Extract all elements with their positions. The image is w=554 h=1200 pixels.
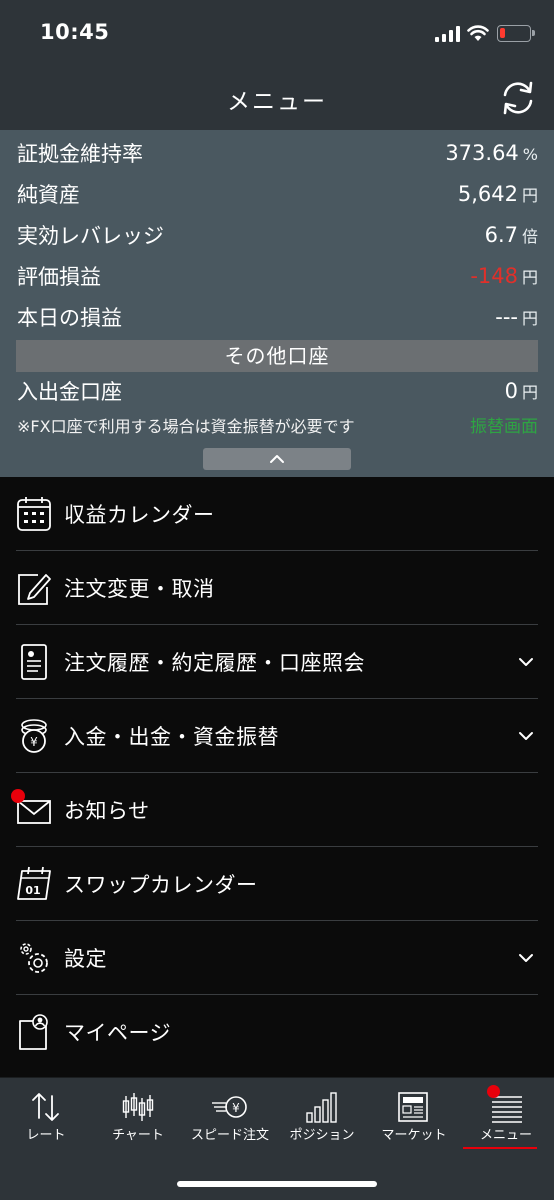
deposit-account-row: 入出金口座 0円 bbox=[17, 373, 538, 409]
account-summary-panel: 証拠金維持率 373.64% 純資産 5,642 円 実効レバレッジ 6.7 倍 評… bbox=[0, 130, 554, 477]
tab-market[interactable]: マーケット bbox=[368, 1078, 460, 1150]
position-bars-icon bbox=[306, 1092, 337, 1123]
tab-label: チャート bbox=[112, 1128, 164, 1143]
row-unit: 倍 bbox=[521, 227, 538, 246]
status-bar: 10:45 bbox=[0, 0, 554, 68]
margin-ratio-row: 証拠金維持率 373.64% bbox=[17, 135, 538, 171]
menu-item-label: 設定 bbox=[64, 947, 107, 971]
coins-yen-icon: ¥ bbox=[21, 719, 47, 753]
menu-item-notices[interactable]: お知らせ bbox=[0, 773, 554, 847]
row-unit: % bbox=[522, 145, 538, 164]
chevron-down-icon bbox=[519, 658, 533, 666]
menu-item-label: マイページ bbox=[64, 1021, 172, 1045]
tab-speed-order[interactable]: ¥ スピード注文 bbox=[184, 1078, 276, 1150]
row-unit: 円 bbox=[521, 268, 538, 287]
document-icon bbox=[21, 644, 47, 680]
menu-item-order-history[interactable]: 注文履歴・約定履歴・口座照会 bbox=[0, 625, 554, 699]
market-news-icon bbox=[398, 1092, 428, 1122]
row-label: 純資産 bbox=[17, 183, 80, 207]
row-value: 373.64 bbox=[445, 141, 519, 165]
today-pl-row: 本日の損益 --- 円 bbox=[17, 299, 538, 335]
menu-item-label: 注文変更・取消 bbox=[64, 577, 215, 601]
tab-position[interactable]: ポジション bbox=[276, 1078, 368, 1150]
status-time: 10:45 bbox=[40, 20, 110, 44]
transfer-note: ※FX口座で利用する場合は資金振替が必要です 振替画面 bbox=[17, 412, 538, 438]
row-label: 証拠金維持率 bbox=[17, 142, 143, 166]
calendar-icon bbox=[17, 497, 51, 531]
row-label: 実効レバレッジ bbox=[17, 224, 164, 248]
menu-item-profit-calendar[interactable]: 収益カレンダー bbox=[0, 477, 554, 551]
tab-label: メニュー bbox=[479, 1128, 532, 1143]
chevron-up-icon bbox=[270, 455, 284, 463]
tab-label: スピード注文 bbox=[190, 1128, 269, 1143]
menu-list: 収益カレンダー 注文変更・取消 注文履歴・約定履歴・口座照会 ¥ 入金・出金・資… bbox=[0, 477, 554, 1069]
tab-label: レート bbox=[26, 1128, 66, 1143]
rate-arrows-icon bbox=[32, 1093, 59, 1121]
battery-level bbox=[500, 28, 505, 38]
notification-dot bbox=[11, 789, 25, 803]
row-value: 5,642 bbox=[457, 182, 518, 206]
swap-calendar-icon: 01 bbox=[17, 866, 51, 900]
svg-text:¥: ¥ bbox=[232, 1101, 240, 1115]
gear-icon bbox=[20, 943, 48, 973]
transfer-note-text: ※FX口座で利用する場合は資金振替が必要です bbox=[17, 416, 355, 436]
menu-item-deposit-withdraw[interactable]: ¥ 入金・出金・資金振替 bbox=[0, 699, 554, 773]
row-value: 6.7 bbox=[484, 223, 518, 247]
svg-text:01: 01 bbox=[25, 884, 40, 897]
svg-text:¥: ¥ bbox=[30, 735, 38, 749]
candlestick-icon bbox=[122, 1093, 154, 1121]
chevron-down-icon bbox=[519, 732, 533, 740]
tab-label: ポジション bbox=[289, 1128, 355, 1143]
row-value: -148 bbox=[470, 264, 518, 288]
row-unit: 円 bbox=[521, 186, 538, 205]
tab-chart[interactable]: チャート bbox=[92, 1078, 184, 1150]
active-tab-indicator bbox=[463, 1147, 537, 1149]
menu-item-label: スワップカレンダー bbox=[64, 873, 258, 897]
chevron-down-icon bbox=[519, 954, 533, 962]
menu-item-swap-calendar[interactable]: 01 スワップカレンダー bbox=[0, 847, 554, 921]
menu-item-label: お知らせ bbox=[64, 799, 150, 823]
transfer-screen-link[interactable]: 振替画面 bbox=[470, 412, 538, 437]
tab-label: マーケット bbox=[381, 1128, 447, 1143]
page-title: メニュー bbox=[227, 89, 327, 115]
refresh-icon[interactable] bbox=[498, 78, 538, 118]
battery-icon bbox=[497, 25, 535, 42]
header: メニュー bbox=[0, 68, 554, 130]
tab-menu[interactable]: メニュー bbox=[460, 1078, 552, 1150]
wifi-icon bbox=[467, 25, 489, 41]
cellular-signal-icon bbox=[435, 26, 460, 42]
row-value: 0 bbox=[504, 379, 518, 403]
menu-item-label: 注文履歴・約定履歴・口座照会 bbox=[64, 651, 365, 675]
menu-item-mypage[interactable]: マイページ bbox=[0, 995, 554, 1069]
row-unit: 円 bbox=[521, 309, 538, 328]
row-label: 入出金口座 bbox=[17, 380, 122, 404]
row-value: --- bbox=[495, 305, 518, 329]
other-accounts-header: その他口座 bbox=[16, 340, 538, 372]
row-label: 本日の損益 bbox=[17, 306, 122, 330]
menu-item-settings[interactable]: 設定 bbox=[0, 921, 554, 995]
speed-order-icon: ¥ bbox=[212, 1096, 247, 1118]
edit-icon bbox=[18, 574, 51, 605]
unrealized-pl-row: 評価損益 -148 円 bbox=[17, 258, 538, 294]
tab-rate[interactable]: レート bbox=[0, 1078, 92, 1150]
menu-item-label: 収益カレンダー bbox=[64, 503, 215, 527]
collapse-button[interactable] bbox=[203, 448, 351, 470]
row-unit: 円 bbox=[521, 383, 538, 402]
home-indicator bbox=[177, 1181, 377, 1187]
menu-item-label: 入金・出金・資金振替 bbox=[64, 725, 279, 749]
leverage-row: 実効レバレッジ 6.7 倍 bbox=[17, 217, 538, 253]
net-assets-row: 純資産 5,642 円 bbox=[17, 176, 538, 212]
mypage-icon bbox=[19, 1014, 48, 1050]
menu-notification-dot bbox=[487, 1085, 500, 1098]
menu-item-order-change-cancel[interactable]: 注文変更・取消 bbox=[0, 551, 554, 625]
row-label: 評価損益 bbox=[17, 265, 101, 289]
